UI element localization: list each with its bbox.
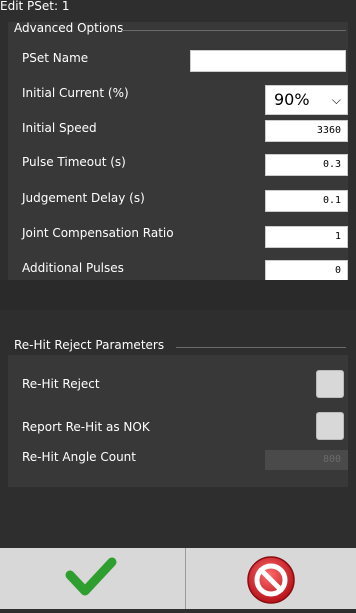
advanced-options-legend: Advanced Options	[14, 21, 124, 35]
cancel-icon	[247, 556, 295, 604]
report-nok-label: Report Re-Hit as NOK	[22, 420, 150, 434]
initial-current-select[interactable]: 90% ⌵	[265, 85, 348, 115]
pset-name-label: PSet Name	[22, 51, 89, 65]
initial-current-label: Initial Current (%)	[22, 86, 129, 100]
additional-pulses-label: Additional Pulses	[22, 261, 124, 275]
angle-count-label: Re-Hit Angle Count	[22, 450, 136, 464]
window-title: Edit PSet: 1	[0, 0, 70, 13]
report-nok-checkbox[interactable]	[316, 412, 344, 440]
rehit-divider	[176, 347, 346, 348]
pset-name-input[interactable]	[190, 50, 346, 72]
checkmark-icon	[65, 557, 117, 596]
pulse-timeout-label: Pulse Timeout (s)	[22, 155, 126, 169]
chevron-down-icon: ⌵	[331, 93, 341, 107]
rehit-reject-label: Re-Hit Reject	[22, 377, 100, 391]
angle-count-input: 800	[265, 450, 348, 470]
joint-compensation-input[interactable]: 1	[265, 226, 348, 248]
advanced-options-divider	[122, 30, 346, 31]
section-spacer	[0, 280, 356, 310]
joint-compensation-label: Joint Compensation Ratio	[22, 226, 174, 240]
initial-speed-input[interactable]: 3360	[265, 120, 348, 142]
initial-speed-label: Initial Speed	[22, 121, 97, 135]
additional-pulses-input[interactable]: 0	[265, 260, 348, 282]
judgement-delay-label: Judgement Delay (s)	[22, 191, 145, 205]
judgement-delay-input[interactable]: 0.1	[265, 190, 348, 212]
confirm-button[interactable]	[0, 548, 185, 609]
pulse-timeout-input[interactable]: 0.3	[265, 154, 348, 176]
rehit-reject-checkbox[interactable]	[316, 370, 344, 398]
initial-current-value: 90%	[274, 90, 310, 109]
cancel-button[interactable]	[186, 548, 356, 609]
rehit-legend: Re-Hit Reject Parameters	[14, 338, 165, 352]
